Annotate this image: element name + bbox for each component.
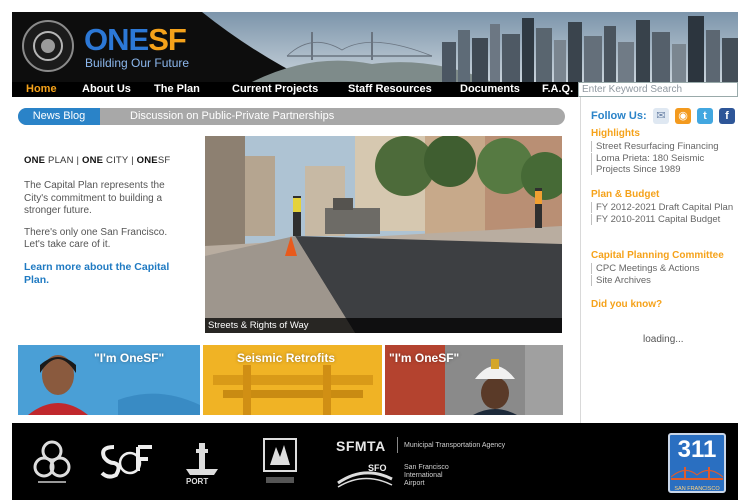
intro-paragraph-1: The Capital Plan represents the City's c… bbox=[24, 180, 165, 216]
facebook-icon[interactable]: f bbox=[719, 108, 735, 124]
keyword-search-input[interactable] bbox=[578, 82, 738, 97]
tagline-city: CITY | bbox=[103, 155, 137, 166]
onesf-logo[interactable]: ONESF bbox=[84, 22, 187, 58]
sfmta-divider bbox=[397, 437, 398, 453]
sfo-label: SFO bbox=[368, 463, 387, 473]
did-you-know-heading: Did you know? bbox=[591, 299, 663, 310]
intro-panel: ONE PLAN | ONE CITY | ONESF The Capital … bbox=[24, 155, 184, 287]
311-number: 311 bbox=[677, 436, 717, 463]
nav-faq[interactable]: F.A.Q. bbox=[542, 82, 573, 97]
news-ticker: News Blog Discussion on Public-Private P… bbox=[18, 108, 565, 125]
311-subtitle: SAN FRANCISCO bbox=[674, 486, 720, 492]
hero-caption: Streets & Rights of Way bbox=[205, 318, 562, 333]
promo-title-2: Seismic Retrofits bbox=[237, 351, 336, 365]
promo-seismic-retrofits[interactable]: Seismic Retrofits bbox=[203, 345, 382, 415]
cpc-section: Capital Planning Committee CPC Meetings … bbox=[591, 250, 738, 286]
logo-tagline: Building Our Future bbox=[85, 56, 190, 70]
golden-gate-icon bbox=[670, 467, 724, 480]
logo-one-text: ONE bbox=[84, 22, 149, 57]
link-site-archives[interactable]: Site Archives bbox=[591, 275, 738, 286]
promo-title-1: "I'm OneSF" bbox=[94, 351, 165, 365]
follow-us-label: Follow Us: bbox=[591, 110, 647, 122]
sfmta-logo[interactable]: SFMTA bbox=[336, 438, 386, 454]
learn-more-link[interactable]: Learn more about the Capital Plan. bbox=[24, 261, 184, 287]
tagline-one-1: ONE bbox=[24, 155, 46, 166]
site-header: ONESF Building Our Future bbox=[12, 12, 738, 82]
tagline-one-2: ONE bbox=[82, 155, 104, 166]
sfo-description: San Francisco International Airport bbox=[404, 464, 449, 487]
city-seal-logo[interactable] bbox=[22, 20, 74, 72]
promo-im-onesf-1[interactable]: "I'm OneSF" bbox=[18, 345, 200, 415]
main-content: News Blog Discussion on Public-Private P… bbox=[12, 97, 738, 423]
follow-us-row: Follow Us: ✉ ◉ t f bbox=[591, 108, 736, 126]
street-paving-photo bbox=[205, 136, 562, 333]
rec-park-logo[interactable] bbox=[262, 437, 298, 487]
rss-icon[interactable]: ◉ bbox=[675, 108, 691, 124]
highlights-section: Highlights Street Resurfacing Financing … bbox=[591, 128, 738, 175]
plan-budget-heading: Plan & Budget bbox=[591, 189, 660, 200]
highlights-heading: Highlights bbox=[591, 128, 640, 139]
promo-title-3: "I'm OneSF" bbox=[389, 351, 460, 365]
link-street-resurfacing[interactable]: Street Resurfacing Financing bbox=[591, 141, 738, 152]
sf-wharf-logo[interactable] bbox=[98, 441, 154, 481]
link-fy-2010-2011[interactable]: FY 2010-2011 Capital Budget bbox=[591, 214, 738, 225]
hero-slideshow[interactable]: Streets & Rights of Way bbox=[205, 136, 562, 333]
nav-documents[interactable]: Documents bbox=[460, 82, 520, 97]
nav-current-projects[interactable]: Current Projects bbox=[232, 82, 318, 97]
cpc-heading: Capital Planning Committee bbox=[591, 250, 724, 261]
nav-about-us[interactable]: About Us bbox=[82, 82, 131, 97]
news-blog-tab[interactable]: News Blog bbox=[18, 108, 100, 125]
link-loma-prieta[interactable]: Loma Prieta: 180 Seismic Projects Since … bbox=[591, 153, 738, 175]
logo-sf-text: SF bbox=[148, 22, 187, 57]
tagline-plan: PLAN | bbox=[48, 155, 82, 166]
tagline-one-3: ONE bbox=[136, 155, 158, 166]
twitter-icon[interactable]: t bbox=[697, 108, 713, 124]
tagline-sf: SF bbox=[157, 155, 171, 166]
intro-paragraph-2: There's only one San Francisco. Let's ta… bbox=[24, 226, 168, 251]
sfmta-description: Municipal Transportation Agency bbox=[404, 442, 506, 449]
one-plan-tagline: ONE PLAN | ONE CITY | ONESF bbox=[24, 155, 184, 166]
nav-staff-resources[interactable]: Staff Resources bbox=[348, 82, 432, 97]
port-label: PORT bbox=[186, 477, 209, 486]
sf-311-logo[interactable]: 311 SAN FRANCISCO bbox=[668, 433, 726, 493]
seal-core bbox=[41, 39, 55, 53]
right-sidebar: Follow Us: ✉ ◉ t f Highlights Street Res… bbox=[580, 97, 738, 423]
plan-budget-section: Plan & Budget FY 2012-2021 Draft Capital… bbox=[591, 189, 738, 225]
link-cpc-meetings[interactable]: CPC Meetings & Actions bbox=[591, 263, 738, 274]
did-you-know-section: Did you know? bbox=[591, 299, 738, 311]
nav-home[interactable]: Home bbox=[26, 82, 57, 97]
promo-im-onesf-2[interactable]: "I'm OneSF" bbox=[385, 345, 563, 415]
sfpuc-logo[interactable] bbox=[30, 437, 74, 489]
nav-the-plan[interactable]: The Plan bbox=[154, 82, 200, 97]
email-icon[interactable]: ✉ bbox=[653, 108, 669, 124]
partner-footer: PORT SFMTA Municipal Transportation Agen… bbox=[12, 423, 738, 500]
loading-indicator: loading... bbox=[643, 334, 684, 345]
link-fy-2012-2021[interactable]: FY 2012-2021 Draft Capital Plan bbox=[591, 202, 738, 213]
main-nav: Home About Us The Plan Current Projects … bbox=[12, 82, 738, 97]
news-headline-link[interactable]: Discussion on Public-Private Partnership… bbox=[130, 108, 334, 125]
